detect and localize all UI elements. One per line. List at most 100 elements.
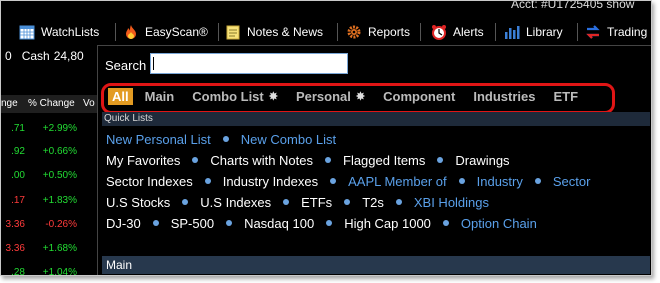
watchlist-column-header: nge % Change Vo xyxy=(1,95,97,113)
list-sector-indexes[interactable]: Sector Indexes xyxy=(106,174,193,189)
toolbar-easyscan-label: EasyScan® xyxy=(145,25,208,39)
bullet-icon xyxy=(182,199,189,205)
quick-lists-header: Quick Lists xyxy=(102,112,650,126)
bullet-icon xyxy=(204,178,211,184)
toolbar-easyscan-button[interactable]: EasyScan® xyxy=(123,22,208,42)
cash-label: Cash xyxy=(21,49,50,63)
toolbar-reports-button[interactable]: Reports xyxy=(346,22,410,42)
column-header-change[interactable]: nge xyxy=(1,98,18,109)
row-change: .92 xyxy=(11,146,25,157)
toolbar-trading-label: Trading xyxy=(607,25,648,39)
watchlist-row[interactable]: .92 +0.66% xyxy=(1,146,97,169)
swap-arrows-icon xyxy=(586,25,600,39)
list-high-cap-1000[interactable]: High Cap 1000 xyxy=(344,216,431,231)
bullet-icon xyxy=(326,220,333,226)
list-nasdaq-100[interactable]: Nasdaq 100 xyxy=(244,216,314,231)
bullet-icon xyxy=(437,157,444,163)
new-combo-list-link[interactable]: New Combo List xyxy=(241,132,336,147)
bullet-icon xyxy=(325,157,331,163)
list-us-indexes[interactable]: U.S Indexes xyxy=(200,195,271,210)
watchlist-row[interactable]: 3.36 -0.26% xyxy=(1,219,97,242)
bullet-icon xyxy=(226,220,233,226)
bullet-icon xyxy=(395,199,402,205)
bullet-icon xyxy=(330,178,337,184)
flame-icon xyxy=(126,25,136,39)
toolbar-notes-news-label: Notes & News xyxy=(247,25,324,39)
list-industry-indexes[interactable]: Industry Indexes xyxy=(223,174,318,189)
quick-list-row: Sector Indexes Industry Indexes AAPL Mem… xyxy=(106,171,590,191)
toolbar-divider xyxy=(577,23,578,41)
new-personal-list-link[interactable]: New Personal List xyxy=(106,132,211,147)
quick-list-row: My Favorites Charts with Notes Flagged I… xyxy=(106,150,510,170)
cash-prefix: 0 xyxy=(5,49,12,63)
row-pct-change: +2.99% xyxy=(42,123,77,134)
alarm-clock-icon xyxy=(432,25,446,40)
watchlist-row[interactable]: .00 +0.50% xyxy=(1,170,97,193)
row-change: .17 xyxy=(11,195,25,206)
bullet-icon xyxy=(442,220,449,226)
column-header-pct-change[interactable]: % Change xyxy=(28,98,75,109)
watchlist-row[interactable]: 3.36 +1.68% xyxy=(1,243,97,266)
search-label: Search xyxy=(105,58,147,73)
main-toolbar: Acct: #U1725405 show WatchLists EasyScan… xyxy=(1,0,651,45)
toolbar-divider xyxy=(218,23,219,41)
cash-value: 24,80 xyxy=(53,49,84,63)
toolbar-notes-news-button[interactable]: Notes & News xyxy=(225,22,323,42)
toolbar-divider xyxy=(495,23,496,41)
gear-icon xyxy=(347,25,361,39)
list-charts-with-notes[interactable]: Charts with Notes xyxy=(210,153,313,168)
toolbar-divider xyxy=(115,23,116,41)
list-sector[interactable]: Sector xyxy=(553,174,591,189)
row-change: .71 xyxy=(11,123,25,134)
list-drawings[interactable]: Drawings xyxy=(455,153,509,168)
row-change: .28 xyxy=(11,267,25,276)
toolbar-divider xyxy=(420,23,421,41)
row-change: .00 xyxy=(11,170,25,181)
row-pct-change: +1.68% xyxy=(42,243,77,254)
row-pct-change: +1.04% xyxy=(42,267,77,276)
bullet-icon xyxy=(192,157,199,163)
toolbar-alerts-label: Alerts xyxy=(453,25,484,39)
account-label: Acct: #U1725405 show xyxy=(511,0,635,11)
row-pct-change: +0.66% xyxy=(42,146,77,157)
row-change: 3.36 xyxy=(5,243,25,254)
toolbar-watchlists-button[interactable]: WatchLists xyxy=(19,22,99,42)
list-industry[interactable]: Industry xyxy=(477,174,523,189)
list-dj-30[interactable]: DJ-30 xyxy=(106,216,141,231)
list-xbi-holdings[interactable]: XBI Holdings xyxy=(414,195,489,210)
watchlist-row[interactable]: .71 +2.99% xyxy=(1,123,97,146)
tabs-highlight-annotation xyxy=(101,83,615,114)
list-etfs[interactable]: ETFs xyxy=(301,195,332,210)
toolbar-trading-button[interactable]: Trading xyxy=(585,22,647,42)
list-picker-dialog: Search All Main Combo List ✸ Personal ✸ … xyxy=(97,45,651,275)
quick-list-row: DJ-30 SP-500 Nasdaq 100 High Cap 1000 Op… xyxy=(106,213,537,233)
bullet-icon xyxy=(458,178,465,184)
list-option-chain[interactable]: Option Chain xyxy=(461,216,537,231)
notepad-icon xyxy=(226,25,240,40)
list-flagged-items[interactable]: Flagged Items xyxy=(343,153,425,168)
row-pct-change: -0.26% xyxy=(45,219,77,230)
list-sp-500[interactable]: SP-500 xyxy=(171,216,214,231)
row-pct-change: +1.83% xyxy=(42,195,77,206)
cash-row: 0 Cash 24,80 xyxy=(1,45,97,67)
bullet-icon xyxy=(222,136,229,142)
grid-calendar-icon xyxy=(19,25,35,40)
watchlist-row[interactable]: .28 +1.04% xyxy=(1,267,97,276)
list-t2s[interactable]: T2s xyxy=(362,195,384,210)
toolbar-library-label: Library xyxy=(526,25,563,39)
toolbar-watchlists-label: WatchLists xyxy=(41,25,100,39)
watchlist-panel: 0 Cash 24,80 nge % Change Vo .71 +2.99% … xyxy=(1,45,97,276)
toolbar-alerts-button[interactable]: Alerts xyxy=(431,22,484,42)
toolbar-reports-label: Reports xyxy=(368,25,411,39)
watchlist-row[interactable]: .17 +1.83% xyxy=(1,195,97,218)
search-input[interactable] xyxy=(150,53,348,74)
bar-chart-icon xyxy=(505,26,520,39)
bullet-icon xyxy=(344,199,351,205)
toolbar-divider xyxy=(337,23,338,41)
list-us-stocks[interactable]: U.S Stocks xyxy=(106,195,170,210)
toolbar-library-button[interactable]: Library xyxy=(504,22,563,42)
quick-list-row: New Personal List New Combo List xyxy=(106,129,336,149)
list-my-favorites[interactable]: My Favorites xyxy=(106,153,180,168)
column-header-volume[interactable]: Vo xyxy=(83,98,95,109)
list-aapl-member-of[interactable]: AAPL Member of xyxy=(348,174,447,189)
